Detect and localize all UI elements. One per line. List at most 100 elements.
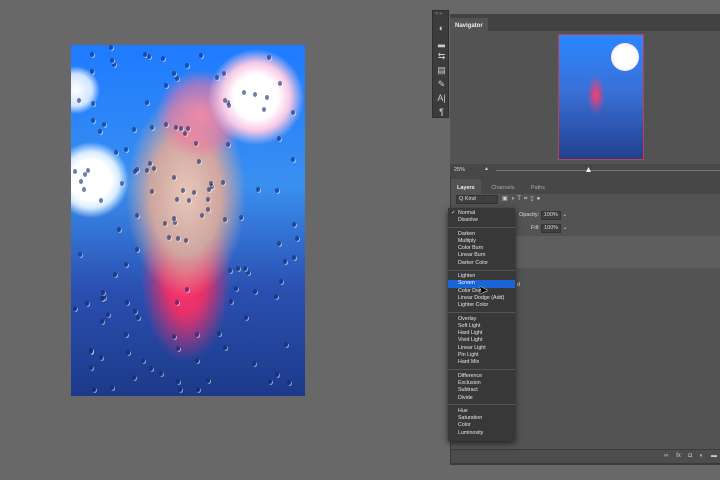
water-drop <box>150 188 155 194</box>
water-drop <box>221 180 226 186</box>
menu-item-label: Hard Mix <box>458 359 480 366</box>
water-drop <box>282 258 287 264</box>
water-drop <box>134 166 139 172</box>
menu-item-multiply[interactable]: Multiply <box>448 238 515 245</box>
water-drop <box>124 300 129 306</box>
menu-item-label: Hue <box>458 407 468 414</box>
menu-separator <box>448 404 515 406</box>
menu-item-color[interactable]: Color <box>448 422 515 429</box>
menu-item-soft-light[interactable]: Soft Light <box>448 323 515 330</box>
blend-mode-menu[interactable]: ✓ Normal Dissolve Darken Multiply Color Burn L… <box>448 208 515 441</box>
water-drop <box>98 355 103 361</box>
zoom-out-icon[interactable]: ▲ <box>484 166 489 172</box>
folder-icon[interactable]: ▬ <box>711 453 717 459</box>
zoom-slider[interactable] <box>496 170 720 171</box>
menu-item-label: Hard Light <box>458 330 483 337</box>
water-drop <box>81 187 86 193</box>
menu-item-label: Screen <box>458 280 475 287</box>
histogram-icon[interactable]: ▂ <box>433 35 450 49</box>
properties-icon[interactable]: ▤ <box>433 63 450 77</box>
filter-icons[interactable]: ▣◑T⌗▯● <box>502 195 543 204</box>
water-drop <box>274 372 279 378</box>
menu-item-vivid-light[interactable]: Vivid Light <box>448 337 515 344</box>
water-drop <box>89 52 94 58</box>
water-drop <box>199 213 204 219</box>
menu-item-darker-color[interactable]: Darker Color <box>448 260 515 267</box>
water-drop <box>194 141 199 147</box>
document-canvas[interactable] <box>71 45 305 396</box>
menu-item-linear-burn[interactable]: Linear Burn <box>448 252 515 259</box>
water-drop <box>108 45 113 51</box>
water-drop <box>227 268 232 274</box>
navigator-thumbnail[interactable] <box>558 34 644 160</box>
water-drop <box>147 160 152 166</box>
water-drop <box>284 341 289 347</box>
brush-icon[interactable]: ✎ <box>433 77 450 91</box>
menu-item-pin-light[interactable]: Pin Light <box>448 352 515 359</box>
character-icon[interactable]: A| <box>433 91 450 105</box>
menu-item-dissolve[interactable]: Dissolve <box>448 217 515 224</box>
fx-icon[interactable]: fx <box>676 453 681 459</box>
opacity-input[interactable]: 100% <box>540 211 561 220</box>
menu-item-lighter-color[interactable]: Lighter Color <box>448 302 515 309</box>
water-drop <box>186 198 191 204</box>
water-drop <box>196 386 201 392</box>
menu-item-lighten[interactable]: Lighten <box>448 273 515 280</box>
water-drop <box>164 122 169 127</box>
layer-filter-kind[interactable]: Q Kind <box>456 195 498 204</box>
adjustment-icon[interactable]: ◐ <box>700 453 704 459</box>
tab-navigator[interactable]: Navigator <box>450 18 488 35</box>
water-drop <box>163 220 168 226</box>
water-drop <box>217 331 222 337</box>
water-drop <box>167 234 172 240</box>
menu-item-normal[interactable]: ✓ Normal <box>448 210 515 217</box>
water-drop <box>223 217 228 223</box>
link-icon[interactable]: ∞ <box>664 453 668 459</box>
water-drop <box>252 289 257 295</box>
water-drop <box>90 68 95 74</box>
water-drop <box>141 358 146 364</box>
layer-name[interactable]: d <box>517 282 520 288</box>
menu-item-divide[interactable]: Divide <box>448 395 515 402</box>
water-drop <box>195 357 200 363</box>
water-drop <box>123 147 128 153</box>
menu-item-label: Lighter Color <box>458 302 489 309</box>
color-wheel-icon[interactable]: ◐ <box>433 21 450 35</box>
adjustments-icon[interactable]: ⇆ <box>433 49 450 63</box>
fill-input[interactable]: 100% <box>541 224 562 233</box>
water-drop <box>132 374 137 380</box>
water-drop <box>106 311 111 317</box>
water-drop <box>290 157 295 163</box>
water-drop <box>279 278 284 284</box>
water-drop <box>136 314 141 320</box>
close-icon[interactable]: × » <box>433 11 448 21</box>
layer-row[interactable] <box>516 236 720 268</box>
zoom-value[interactable]: 25% <box>454 167 465 173</box>
mouse-cursor-icon: ➤ <box>478 283 489 297</box>
mask-icon[interactable]: ◘ <box>688 453 692 459</box>
water-drop <box>205 197 210 203</box>
menu-item-darken[interactable]: Darken <box>448 231 515 238</box>
menu-item-hue[interactable]: Hue <box>448 408 515 415</box>
menu-item-subtract[interactable]: Subtract <box>448 387 515 394</box>
menu-item-exclusion[interactable]: Exclusion <box>448 380 515 387</box>
water-drop <box>178 386 183 392</box>
menu-item-luminosity[interactable]: Luminosity <box>448 430 515 437</box>
navigator-zoom-row: 25% ▲ <box>450 164 720 176</box>
menu-item-difference[interactable]: Difference <box>448 373 515 380</box>
menu-item-label: Normal <box>458 210 476 216</box>
menu-item-hard-mix[interactable]: Hard Mix <box>448 359 515 366</box>
thumbnail-bokeh <box>611 43 639 71</box>
water-drop <box>91 386 96 392</box>
menu-item-hard-light[interactable]: Hard Light <box>448 330 515 337</box>
water-drop <box>222 98 227 104</box>
water-drop <box>163 82 168 88</box>
menu-item-saturation[interactable]: Saturation <box>448 415 515 422</box>
paragraph-icon[interactable]: ¶ <box>433 105 450 119</box>
menu-item-color-burn[interactable]: Color Burn <box>448 245 515 252</box>
water-drop <box>261 106 266 112</box>
menu-item-overlay[interactable]: Overlay <box>448 316 515 323</box>
water-drop <box>171 216 176 222</box>
menu-item-linear-light[interactable]: Linear Light <box>448 345 515 352</box>
water-drop <box>174 76 179 82</box>
